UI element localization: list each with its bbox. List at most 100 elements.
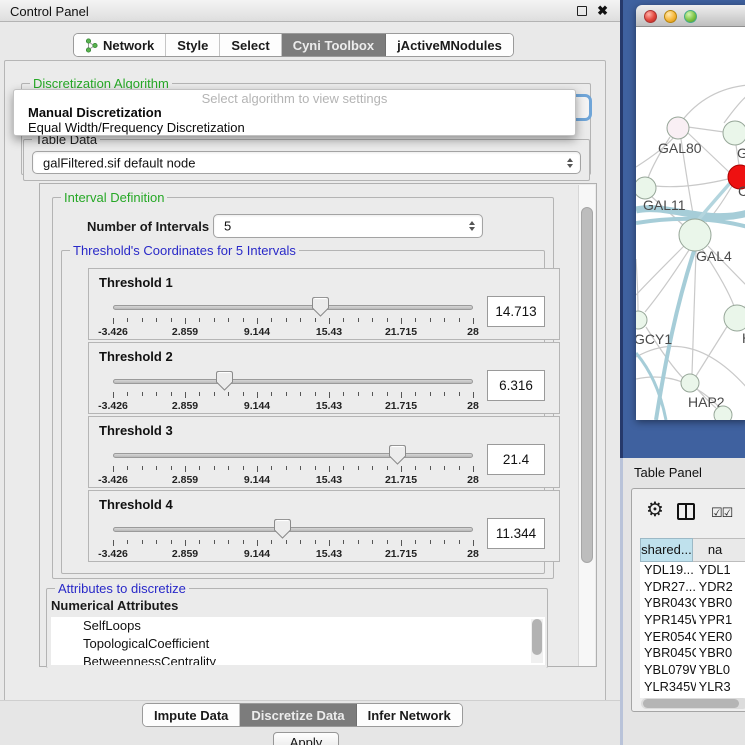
network-node-h[interactable] xyxy=(724,305,745,331)
split-columns-icon[interactable] xyxy=(677,503,695,520)
tick-label: 15.43 xyxy=(316,474,342,486)
table-row[interactable]: YER054CYER0 xyxy=(640,629,745,646)
gear-icon[interactable]: ⚙ xyxy=(646,500,664,520)
window-zoom-button[interactable] xyxy=(684,10,697,23)
tab-infer-network[interactable]: Infer Network xyxy=(357,704,462,726)
network-node-hap2[interactable] xyxy=(681,374,699,392)
cell-name[interactable]: YBR0 xyxy=(696,645,745,662)
network-edge[interactable] xyxy=(655,179,728,187)
network-edge[interactable] xyxy=(636,246,684,295)
table-header[interactable]: shared... na xyxy=(640,538,745,562)
node-attribute-table[interactable]: shared... na YDL19...YDL1YDR27...YDR2YBR… xyxy=(640,538,745,698)
close-icon[interactable]: ✖ xyxy=(597,3,608,19)
table-row[interactable]: YBR045CYBR0 xyxy=(640,645,745,662)
tick-label: 15.43 xyxy=(316,400,342,412)
number-of-intervals-combobox[interactable]: 5 xyxy=(213,214,483,238)
slider-track[interactable] xyxy=(113,453,473,458)
cell-shared-name[interactable]: YPR145W xyxy=(640,612,696,629)
network-node[interactable] xyxy=(714,406,732,420)
network-edge[interactable] xyxy=(688,127,724,132)
cell-shared-name[interactable]: YBR045C xyxy=(640,645,696,662)
apply-button[interactable]: Apply xyxy=(273,732,339,745)
network-icon xyxy=(85,38,98,53)
algorithm-option[interactable]: Manual Discretization xyxy=(28,105,162,120)
slider-handle[interactable] xyxy=(312,297,329,317)
network-node-gcy1[interactable] xyxy=(636,311,647,329)
network-edge[interactable] xyxy=(724,95,745,123)
combobox-stepper-icon xyxy=(469,221,475,231)
cell-shared-name[interactable]: YLR345W xyxy=(640,679,696,696)
cell-shared-name[interactable]: YDR27... xyxy=(640,579,696,596)
cell-name[interactable]: YDL1 xyxy=(696,562,745,579)
cell-shared-name[interactable]: YBL079W xyxy=(640,662,696,679)
cell-shared-name[interactable]: YDL19... xyxy=(640,562,696,579)
network-node-gal11[interactable] xyxy=(636,177,656,199)
tab-style[interactable]: Style xyxy=(166,34,220,56)
scrollbar-thumb[interactable] xyxy=(643,699,739,708)
network-edge[interactable] xyxy=(636,259,638,311)
cell-shared-name[interactable]: YER054C xyxy=(640,629,696,646)
tab-cyni-toolbox[interactable]: Cyni Toolbox xyxy=(282,34,386,56)
table-header-shared-name[interactable]: shared... xyxy=(640,538,693,562)
slider-track[interactable] xyxy=(113,527,473,532)
table-row[interactable]: YLR345WYLR3 xyxy=(640,679,745,696)
tick-label: 9.144 xyxy=(244,474,270,486)
table-header-name[interactable]: na xyxy=(693,538,745,562)
number-of-intervals-label: Number of Intervals xyxy=(87,219,209,234)
table-row[interactable]: YBR043CYBR0 xyxy=(640,595,745,612)
cell-name[interactable]: YBL0 xyxy=(696,662,745,679)
threshold-value-field[interactable]: 21.4 xyxy=(487,444,545,475)
tick-label: 2.859 xyxy=(172,548,198,560)
tab-discretize-data[interactable]: Discretize Data xyxy=(240,704,356,726)
numerical-attributes-list[interactable]: SelfLoopsTopologicalCoefficientBetweenne… xyxy=(51,617,545,665)
slider-track[interactable] xyxy=(113,379,473,384)
table-row[interactable]: YDR27...YDR2 xyxy=(640,579,745,596)
network-node-g[interactable] xyxy=(723,121,745,145)
tick-label: -3.426 xyxy=(98,400,128,412)
table-data-combobox[interactable]: galFiltered.sif default node xyxy=(32,151,581,174)
window-close-button[interactable] xyxy=(644,10,657,23)
tab-network[interactable]: Network xyxy=(74,34,166,56)
cell-shared-name[interactable]: YBR043C xyxy=(640,595,696,612)
threshold-value-field[interactable]: 11.344 xyxy=(487,518,545,549)
settings-vertical-scrollbar[interactable] xyxy=(578,185,595,666)
table-data-combobox-value: galFiltered.sif default node xyxy=(43,155,195,170)
cell-name[interactable]: YBR0 xyxy=(696,595,745,612)
select-columns-icon[interactable]: ☑☑ xyxy=(711,505,732,521)
table-row[interactable]: YBL079WYBL0 xyxy=(640,662,745,679)
slider-handle[interactable] xyxy=(274,519,291,539)
slider-handle[interactable] xyxy=(389,445,406,465)
slider-handle[interactable] xyxy=(216,371,233,391)
node-label: GAL80 xyxy=(658,140,702,156)
network-canvas[interactable]: GAL80GCGAL11GAL4GCY1HHAP2 xyxy=(636,27,745,420)
table-horizontal-scrollbar[interactable] xyxy=(641,698,745,709)
tab-jactivemnodules[interactable]: jActiveMNodules xyxy=(386,34,513,56)
network-edge[interactable] xyxy=(681,85,745,122)
tab-impute-data[interactable]: Impute Data xyxy=(143,704,240,726)
table-row[interactable]: YPR145WYPR1 xyxy=(640,612,745,629)
float-window-icon[interactable] xyxy=(577,6,587,16)
network-edge[interactable] xyxy=(696,325,728,376)
slider-track[interactable] xyxy=(113,305,473,310)
network-edge[interactable] xyxy=(645,250,689,312)
cell-name[interactable]: YER0 xyxy=(696,629,745,646)
network-node-gal4[interactable] xyxy=(679,219,711,251)
cell-name[interactable]: YDR2 xyxy=(696,579,745,596)
window-minimize-button[interactable] xyxy=(664,10,677,23)
tab-select[interactable]: Select xyxy=(220,34,281,56)
threshold-value-field[interactable]: 14.713 xyxy=(487,296,545,327)
network-node-gal80[interactable] xyxy=(667,117,689,139)
cell-name[interactable]: YLR3 xyxy=(696,679,745,696)
attribute-item[interactable]: SelfLoops xyxy=(51,617,545,635)
attribute-item[interactable]: TopologicalCoefficient xyxy=(51,635,545,653)
table-row[interactable]: YDL19...YDL1 xyxy=(640,562,745,579)
algorithm-option[interactable]: Equal Width/Frequency Discretization xyxy=(28,120,245,135)
cell-name[interactable]: YPR1 xyxy=(696,612,745,629)
network-edge[interactable] xyxy=(692,251,696,374)
threshold-value-field[interactable]: 6.316 xyxy=(487,370,545,401)
table-panel-container: ⚙ ☑☑ shared... na YDL19...YDL1YDR27...YD… xyxy=(631,488,745,712)
attributes-list-scrollbar[interactable] xyxy=(531,619,543,663)
scrollbar-thumb[interactable] xyxy=(581,207,593,563)
attribute-item[interactable]: BetweennessCentrality xyxy=(51,653,545,665)
tick-label: 9.144 xyxy=(244,326,270,338)
